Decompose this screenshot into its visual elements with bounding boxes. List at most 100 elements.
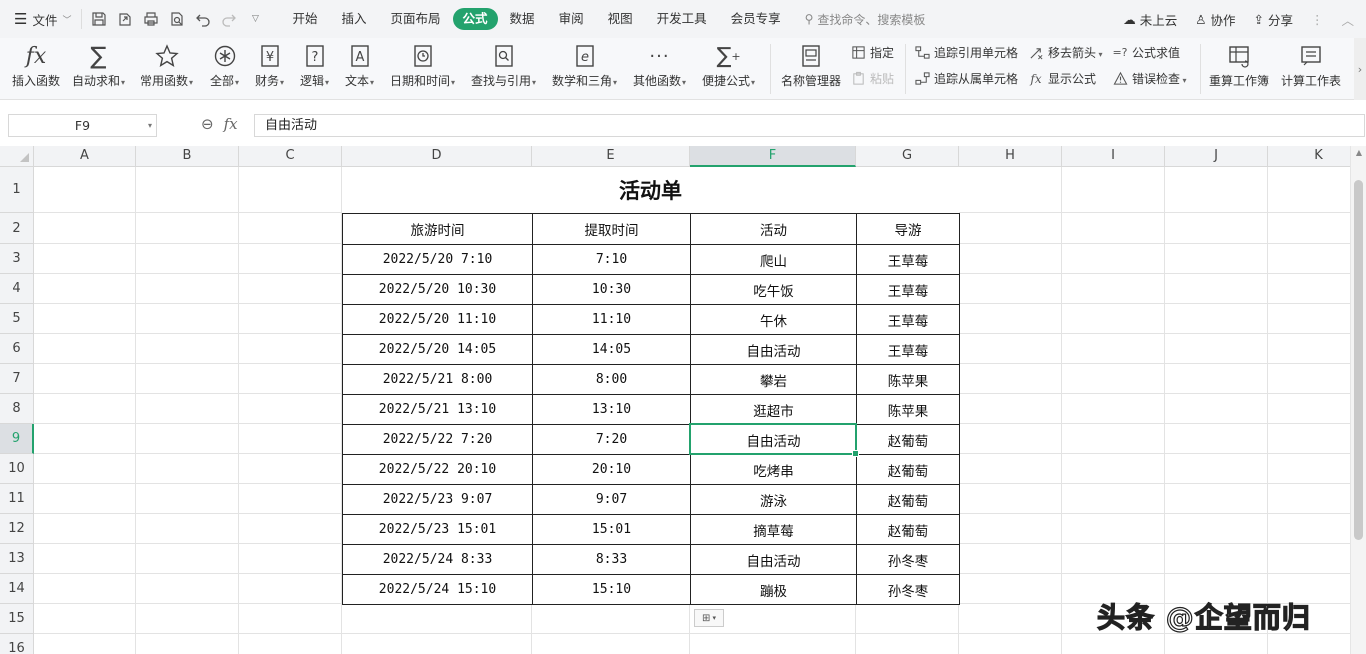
cell[interactable] <box>34 424 136 454</box>
table-cell[interactable]: 2022/5/23 9:07 <box>342 484 533 515</box>
tab-page-layout[interactable]: 页面布局 <box>379 8 453 30</box>
cell[interactable] <box>1268 304 1350 334</box>
cell[interactable] <box>1165 364 1268 394</box>
cell[interactable] <box>1062 514 1165 544</box>
column-header-h[interactable]: H <box>959 146 1062 167</box>
cell[interactable] <box>1062 274 1165 304</box>
table-header-cell[interactable]: 活动 <box>690 213 857 245</box>
remove-arrows-button[interactable]: 移去箭头 ▾ <box>1028 44 1103 61</box>
row-header-4[interactable]: 4 <box>0 274 34 304</box>
cell[interactable] <box>959 334 1062 364</box>
cell[interactable] <box>1165 514 1268 544</box>
cell[interactable] <box>1165 544 1268 574</box>
cell[interactable] <box>34 167 136 213</box>
cell[interactable] <box>856 604 959 634</box>
cell[interactable] <box>959 304 1062 334</box>
cell[interactable] <box>1268 514 1350 544</box>
insert-function-button[interactable]: fx 插入函数 <box>12 40 60 90</box>
trace-dependents-button[interactable]: 追踪从属单元格 <box>914 70 1018 87</box>
cell[interactable] <box>1062 634 1165 654</box>
cell[interactable] <box>1062 544 1165 574</box>
table-cell[interactable]: 吃午饭 <box>690 274 857 305</box>
error-check-button[interactable]: 错误检查 ▾ <box>1112 70 1187 87</box>
cell[interactable] <box>136 304 239 334</box>
cell[interactable] <box>136 544 239 574</box>
cell[interactable] <box>1268 334 1350 364</box>
cell[interactable] <box>136 514 239 544</box>
cell[interactable] <box>239 334 342 364</box>
formula-input[interactable]: 自由活动 <box>254 114 1365 137</box>
cell[interactable] <box>532 634 690 654</box>
cell[interactable] <box>34 604 136 634</box>
row-header-12[interactable]: 12 <box>0 514 34 544</box>
table-cell[interactable]: 2022/5/22 20:10 <box>342 454 533 485</box>
cell[interactable] <box>239 634 342 654</box>
cell[interactable] <box>1165 244 1268 274</box>
cell[interactable] <box>136 213 239 244</box>
common-functions-button[interactable]: 常用函数▾ <box>140 40 193 90</box>
row-header-14[interactable]: 14 <box>0 574 34 604</box>
cell[interactable] <box>34 454 136 484</box>
tab-home[interactable]: 开始 <box>280 8 329 30</box>
cell[interactable] <box>1268 424 1350 454</box>
table-cell[interactable]: 吃烤串 <box>690 454 857 485</box>
cell[interactable] <box>1062 394 1165 424</box>
table-cell[interactable]: 13:10 <box>532 394 691 425</box>
cell[interactable] <box>136 634 239 654</box>
share-button[interactable]: ⇪ 分享 <box>1253 10 1293 29</box>
tab-member[interactable]: 会员专享 <box>719 8 793 30</box>
table-cell[interactable]: 王草莓 <box>856 244 960 275</box>
cell[interactable] <box>959 274 1062 304</box>
table-cell[interactable]: 孙冬枣 <box>856 544 960 575</box>
table-cell[interactable]: 自由活动 <box>690 424 857 455</box>
print-preview-icon[interactable] <box>168 10 186 28</box>
cell[interactable] <box>239 424 342 454</box>
cell[interactable] <box>1268 364 1350 394</box>
row-header-8[interactable]: 8 <box>0 394 34 424</box>
cell[interactable] <box>136 454 239 484</box>
cell[interactable] <box>136 484 239 514</box>
finance-functions-button[interactable]: ¥ 财务▾ <box>255 40 284 90</box>
table-cell[interactable]: 8:00 <box>532 364 691 395</box>
cell[interactable] <box>239 244 342 274</box>
cell[interactable] <box>136 334 239 364</box>
table-cell[interactable]: 2022/5/24 15:10 <box>342 574 533 605</box>
cell[interactable] <box>1268 274 1350 304</box>
row-header-15[interactable]: 15 <box>0 604 34 634</box>
cell[interactable] <box>959 424 1062 454</box>
cell[interactable] <box>239 364 342 394</box>
text-functions-button[interactable]: A 文本▾ <box>345 40 374 90</box>
undo-icon[interactable] <box>194 10 212 28</box>
column-header-g[interactable]: G <box>856 146 959 167</box>
cell[interactable] <box>34 394 136 424</box>
trace-precedents-button[interactable]: 追踪引用单元格 <box>914 44 1018 61</box>
export-icon[interactable] <box>116 10 134 28</box>
table-cell[interactable]: 陈苹果 <box>856 394 960 425</box>
column-header-b[interactable]: B <box>136 146 239 167</box>
tab-formulas[interactable]: 公式 <box>452 8 498 30</box>
collaborate-button[interactable]: ♙ 协作 <box>1195 10 1235 29</box>
cell[interactable] <box>136 424 239 454</box>
table-cell[interactable]: 陈苹果 <box>856 364 960 395</box>
cell[interactable] <box>959 244 1062 274</box>
table-cell[interactable]: 午休 <box>690 304 857 335</box>
cell[interactable] <box>239 274 342 304</box>
table-cell[interactable]: 11:10 <box>532 304 691 335</box>
table-cell[interactable]: 王草莓 <box>856 334 960 365</box>
cell[interactable] <box>1165 484 1268 514</box>
table-cell[interactable]: 孙冬枣 <box>856 574 960 605</box>
row-header-13[interactable]: 13 <box>0 544 34 574</box>
table-cell[interactable]: 2022/5/23 15:01 <box>342 514 533 545</box>
cell[interactable] <box>34 213 136 244</box>
recalc-workbook-button[interactable]: 重算工作簿 <box>1209 40 1269 90</box>
cell[interactable] <box>136 274 239 304</box>
scroll-up-icon[interactable]: ▲ <box>1354 148 1364 157</box>
show-formulas-button[interactable]: fx 显示公式 <box>1028 70 1096 87</box>
command-search[interactable]: ⚲ 查找命令、搜索模板 <box>805 11 926 28</box>
cell[interactable] <box>1165 454 1268 484</box>
table-cell[interactable]: 7:10 <box>532 244 691 275</box>
cell[interactable] <box>1165 213 1268 244</box>
row-header-3[interactable]: 3 <box>0 244 34 274</box>
table-cell[interactable]: 赵葡萄 <box>856 484 960 515</box>
cell[interactable] <box>1062 304 1165 334</box>
